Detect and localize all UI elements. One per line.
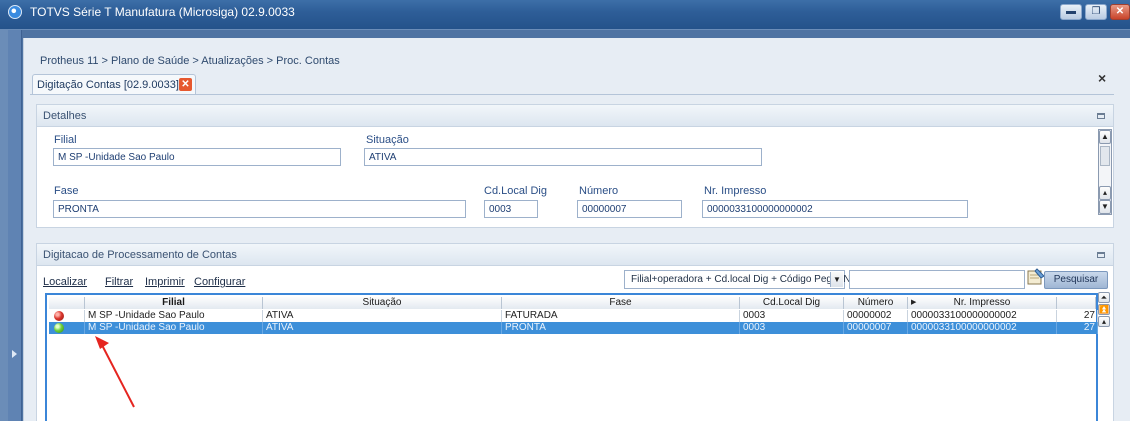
extra-cell: 27 [1057, 322, 1098, 334]
green-status-icon [54, 323, 64, 333]
situacao-cell: ATIVA [263, 322, 502, 334]
table-row-selected[interactable]: M SP -Unidade Sao Paulo ATIVA PRONTA 000… [49, 322, 1098, 334]
fase-cell: FATURADA [502, 310, 740, 322]
collapse-panel-icon[interactable] [1097, 113, 1105, 119]
fase-cell: PRONTA [502, 322, 740, 334]
scroll-page-up-icon[interactable]: ⏫ [1098, 304, 1110, 315]
minimize-button[interactable]: ▬ [1060, 4, 1082, 20]
nr-impresso-cell: 0000033100000000002 [908, 322, 1057, 334]
filial-cell: M SP -Unidade Sao Paulo [85, 322, 263, 334]
protheus-icon [8, 5, 22, 19]
scroll-top-icon[interactable]: ⏶ [1098, 292, 1110, 303]
processamento-header: Digitacao de Processamento de Contas [37, 244, 1113, 266]
collapse-panel-icon[interactable] [1097, 252, 1105, 258]
numero-cell: 00000002 [844, 310, 908, 322]
column-header-status[interactable] [49, 297, 85, 309]
tab-label: Digitação Contas [02.9.0033] [37, 79, 179, 91]
scroll-page-icon[interactable]: ▴ [1099, 186, 1111, 200]
tab-divider [30, 94, 1114, 95]
close-tab-icon[interactable]: ✕ [179, 78, 192, 91]
nr-impresso-cell: 0000033100000000002 [908, 310, 1057, 322]
detalhes-scrollbar[interactable]: ▲ ▴ ▼ [1098, 129, 1112, 215]
filtrar-link[interactable]: Filtrar [105, 276, 133, 288]
nr-impresso-field[interactable]: 0000033100000000002 [702, 200, 968, 218]
fase-field[interactable]: PRONTA [53, 200, 466, 218]
breadcrumb: Protheus 11 > Plano de Saúde > Atualizaç… [40, 55, 340, 67]
status-cell [49, 310, 85, 322]
close-window-button[interactable]: ✕ [1110, 4, 1130, 20]
restore-icon: ❐ [1091, 6, 1101, 17]
search-input[interactable] [849, 270, 1025, 289]
minimize-icon: ▬ [1066, 6, 1076, 17]
cd-local-dig-cell: 0003 [740, 310, 844, 322]
detalhes-title: Detalhes [43, 110, 87, 122]
numero-cell: 00000007 [844, 322, 908, 334]
index-select[interactable]: Filial+operadora + Cd.local Dig + Código… [624, 270, 864, 289]
status-cell [49, 322, 85, 334]
scroll-thumb[interactable] [1100, 146, 1110, 166]
window-title: TOTVS Série T Manufatura (Microsiga) 02.… [30, 5, 295, 19]
sort-arrow-icon: ▶ [911, 299, 917, 306]
scroll-up-icon[interactable]: ▴ [1098, 316, 1110, 327]
situacao-cell: ATIVA [263, 310, 502, 322]
imprimir-link[interactable]: Imprimir [145, 276, 185, 288]
configurar-link[interactable]: Configurar [194, 276, 245, 288]
nr-impresso-label: Nr. Impresso [704, 185, 767, 197]
numero-label: Número [579, 185, 619, 197]
extra-cell: 27 [1057, 310, 1098, 322]
situacao-label: Situação [366, 134, 409, 146]
contas-grid: Filial Situação Fase Cd.Local Dig Número… [45, 293, 1098, 421]
cd-local-dig-label: Cd.Local Dig [484, 185, 547, 197]
red-status-icon [54, 311, 64, 321]
processamento-title: Digitacao de Processamento de Contas [43, 249, 237, 261]
chevron-down-icon[interactable]: ▼ [830, 272, 843, 287]
column-header-situacao[interactable]: Situação [263, 297, 502, 309]
column-header-cd-local-dig[interactable]: Cd.Local Dig [740, 297, 844, 309]
tab-digitacao-contas[interactable]: Digitação Contas [02.9.0033] ✕ [32, 74, 196, 94]
column-header-numero[interactable]: Número [844, 297, 908, 309]
situacao-field[interactable]: ATIVA [364, 148, 762, 166]
scroll-up-icon[interactable]: ▲ [1099, 130, 1111, 144]
pesquisar-button[interactable]: Pesquisar [1044, 271, 1108, 289]
close-icon: ✕ [1115, 6, 1125, 17]
filial-label: Filial [54, 134, 77, 146]
side-collapse-bar[interactable] [8, 30, 22, 421]
column-header-nr-impresso[interactable]: Nr. Impresso [908, 297, 1057, 309]
numero-field[interactable]: 00000007 [577, 200, 682, 218]
filial-cell: M SP -Unidade Sao Paulo [85, 310, 263, 322]
cd-local-dig-field[interactable]: 0003 [484, 200, 538, 218]
grid-scrollbar[interactable]: ⏶ ⏫ ▴ [1098, 292, 1112, 332]
filial-field[interactable]: M SP -Unidade Sao Paulo [53, 148, 341, 166]
notepad-search-icon[interactable] [1026, 266, 1046, 286]
fase-label: Fase [54, 185, 79, 197]
close-all-icon[interactable]: × [1098, 70, 1106, 86]
annotation-arrow-icon [95, 336, 135, 408]
restore-button[interactable]: ❐ [1085, 4, 1107, 20]
detalhes-header: Detalhes [37, 105, 1113, 127]
cd-local-dig-cell: 0003 [740, 322, 844, 334]
localizar-link[interactable]: Localizar [43, 276, 87, 288]
column-header-filial[interactable]: Filial [85, 297, 263, 309]
column-header-fase[interactable]: Fase [502, 297, 740, 309]
scroll-down-icon[interactable]: ▼ [1099, 200, 1111, 214]
column-header-extra[interactable] [1057, 297, 1096, 309]
expand-arrow-icon [12, 350, 17, 358]
window-title-bar: TOTVS Série T Manufatura (Microsiga) 02.… [0, 0, 1130, 29]
table-row[interactable]: M SP -Unidade Sao Paulo ATIVA FATURADA 0… [49, 310, 1098, 322]
